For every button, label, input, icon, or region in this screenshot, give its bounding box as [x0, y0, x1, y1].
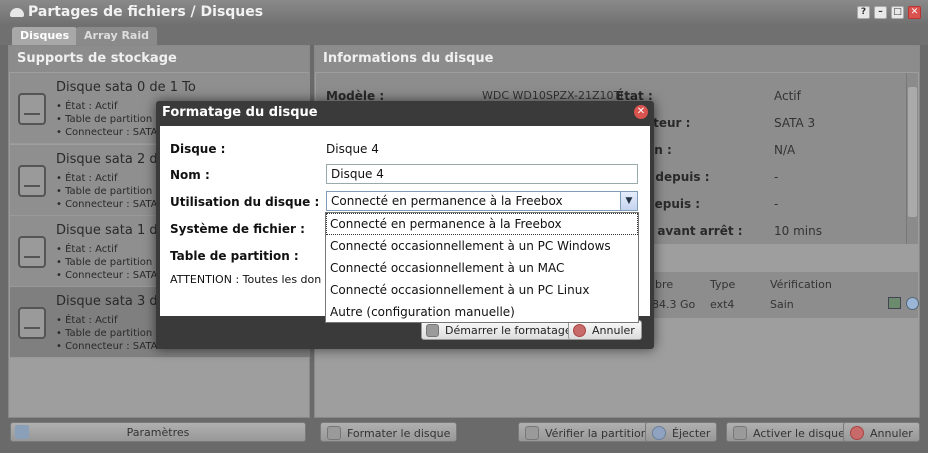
usage-option[interactable]: Connecté occasionnellement à un MAC	[326, 257, 638, 279]
disk-connector: • Connecteur : SATA	[56, 199, 158, 210]
scrollbar-thumb[interactable]	[908, 87, 917, 217]
verify-partition-button[interactable]: Vérifier la partition	[518, 422, 655, 442]
partition-check: Sain	[770, 298, 794, 311]
storage-panel-title: Supports de stockage	[9, 46, 309, 72]
activate-disk-label: Activer le disque	[753, 427, 845, 440]
usage-option[interactable]: Connecté occasionnellement à un PC Linux	[326, 279, 638, 301]
parameters-button-label: Paramètres	[126, 426, 190, 439]
activate-disk-button[interactable]: Activer le disque	[726, 422, 852, 442]
info-value: N/A	[774, 143, 796, 157]
column-header: Type	[710, 278, 736, 291]
filesystem-label: Système de fichier :	[170, 222, 305, 236]
disk-label: Disque :	[170, 142, 226, 156]
disk-connector: • Connecteur : SATA	[56, 127, 158, 138]
format-icon	[327, 426, 341, 440]
hard-disk-icon	[18, 93, 46, 125]
disk-icon	[10, 8, 24, 17]
info-value: -	[774, 197, 779, 211]
cancel-button[interactable]: Annuler	[843, 422, 920, 442]
wrench-icon	[15, 425, 29, 439]
eject-icon	[652, 426, 666, 440]
disk-connector: • Connecteur : SATA	[56, 341, 158, 352]
usage-option[interactable]: Connecté occasionnellement à un PC Windo…	[326, 235, 638, 257]
tab-bar: Disques Array Raid	[0, 25, 928, 45]
start-format-label: Démarrer le formatage	[445, 324, 572, 337]
format-disk-label: Formater le disque	[347, 427, 451, 440]
name-input[interactable]	[326, 164, 638, 184]
info-label: s avant arrêt :	[646, 224, 743, 238]
start-format-button[interactable]: Démarrer le formatage	[421, 320, 579, 340]
disk-name: Disque sata 0 de 1 To	[56, 80, 196, 95]
help-button[interactable]: ?	[857, 6, 870, 19]
disk-name: Disque sata 3 de	[56, 294, 166, 309]
disk-partition-table: • Table de partition	[56, 328, 153, 339]
disk-state: • État : Actif	[56, 101, 118, 112]
disk-connector: • Connecteur : SATA	[56, 270, 158, 281]
disk-name: Disque sata 1 de	[56, 223, 166, 238]
usage-label: Utilisation du disque :	[170, 195, 320, 209]
column-header: ibre	[652, 278, 674, 291]
hard-disk-icon	[18, 165, 46, 197]
info-label: depuis :	[646, 197, 701, 211]
dialog-close-button[interactable]: ✕	[634, 105, 648, 119]
disk-name: Disque sata 2 de	[56, 152, 166, 167]
cancel-icon	[573, 324, 586, 337]
cancel-label: Annuler	[870, 427, 913, 440]
maximize-button[interactable]: □	[891, 6, 904, 19]
eject-button[interactable]: Éjecter	[645, 422, 718, 442]
name-label: Nom :	[170, 168, 210, 182]
partition-free: 84.3 Go	[652, 298, 696, 311]
eject-label: Éjecter	[672, 427, 711, 440]
disk-state: • État : Actif	[56, 173, 118, 184]
window-title: Partages de fichiers / Disques	[28, 4, 264, 20]
disk-value: Disque 4	[326, 142, 379, 156]
partition-table-label: Table de partition :	[170, 249, 299, 263]
info-value: -	[774, 170, 779, 184]
eject-icon[interactable]	[906, 297, 919, 310]
graph-icon[interactable]	[888, 297, 901, 309]
dialog-title: Formatage du disque	[162, 105, 318, 120]
usage-dropdown-list: Connecté en permanence à la Freebox Conn…	[325, 212, 639, 323]
dialog-cancel-button[interactable]: Annuler	[568, 320, 642, 340]
info-value: SATA 3	[774, 116, 816, 130]
format-icon	[426, 324, 439, 337]
chevron-down-icon[interactable]: ▼	[620, 192, 637, 210]
disk-state: • État : Actif	[56, 315, 118, 326]
warning-text: ATTENTION : Toutes les don	[170, 273, 322, 286]
info-label: f depuis :	[646, 170, 710, 184]
tab-disques[interactable]: Disques	[12, 27, 78, 45]
minimize-button[interactable]: –	[874, 6, 887, 19]
disk-partition-table: • Table de partition	[56, 186, 153, 197]
window-titlebar: Partages de fichiers / Disques ? – □ ✕	[0, 0, 928, 25]
format-disk-button[interactable]: Formater le disque	[320, 422, 458, 442]
close-window-button[interactable]: ✕	[908, 6, 921, 19]
hard-disk-icon	[18, 307, 46, 339]
partition-type: ext4	[710, 298, 735, 311]
verify-partition-label: Vérifier la partition	[545, 427, 648, 440]
usage-select[interactable]: Connecté en permanence à la Freebox ▼	[326, 191, 638, 211]
cancel-icon	[850, 426, 864, 440]
parameters-button[interactable]: Paramètres	[10, 422, 306, 442]
disk-partition-table: • Table de partition	[56, 114, 153, 125]
disk-state: • État : Actif	[56, 244, 118, 255]
hard-disk-icon	[18, 236, 46, 268]
column-header: Vérification	[770, 278, 832, 291]
usage-select-value: Connecté en permanence à la Freebox	[331, 194, 563, 208]
tab-array-raid[interactable]: Array Raid	[76, 27, 157, 45]
info-scrollbar[interactable]	[906, 73, 918, 244]
check-icon	[525, 426, 539, 440]
info-value: Actif	[774, 89, 801, 103]
usage-option[interactable]: Connecté en permanence à la Freebox	[326, 213, 638, 235]
usage-option[interactable]: Autre (configuration manuelle)	[326, 301, 638, 323]
info-value: 10 mins	[774, 224, 822, 238]
dialog-cancel-label: Annuler	[592, 324, 635, 337]
activate-icon	[733, 426, 747, 440]
disk-info-title: Informations du disque	[315, 46, 919, 72]
disk-partition-table: • Table de partition	[56, 257, 153, 268]
